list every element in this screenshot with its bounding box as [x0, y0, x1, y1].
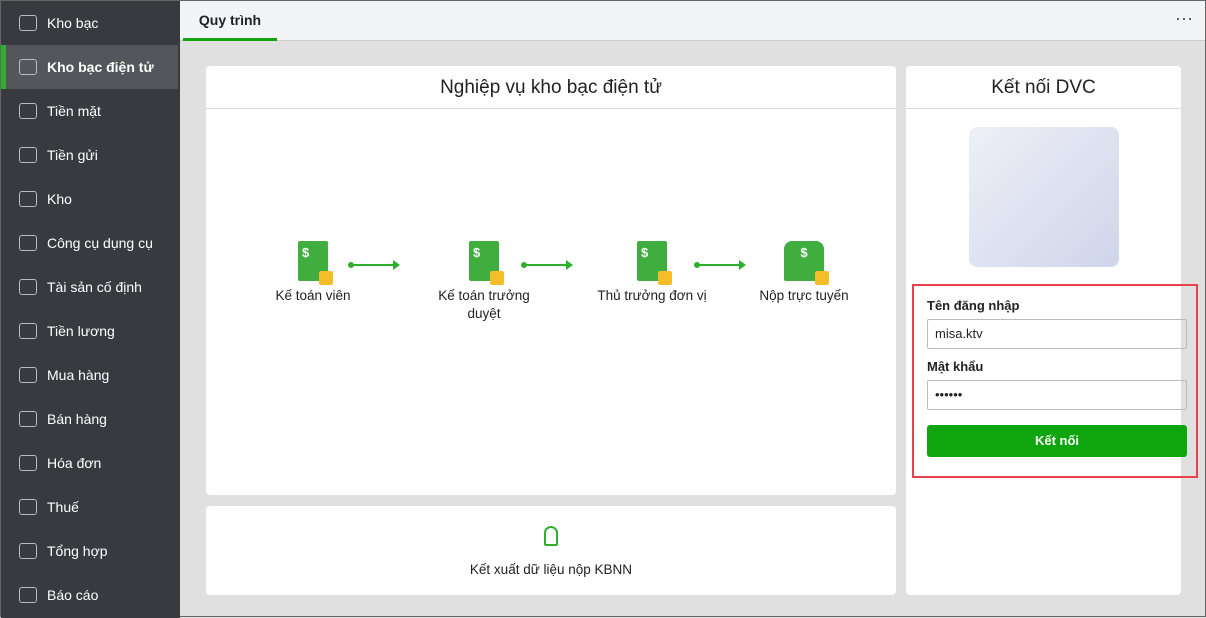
- sidebar-item[interactable]: Tiền lương: [1, 309, 180, 353]
- sidebar-item[interactable]: Tài sản cố định: [1, 265, 180, 309]
- sidebar-item-label: Tiền mặt: [47, 103, 101, 119]
- sidebar-item[interactable]: Báo cáo: [1, 573, 180, 617]
- sidebar-item[interactable]: Thuế: [1, 485, 180, 529]
- step-label: Kế toán trưởng duyệt: [438, 288, 530, 321]
- step-label: Thủ trưởng đơn vị: [597, 288, 707, 303]
- sidebar-item-label: Mua hàng: [47, 367, 110, 383]
- export-label: Kết xuất dữ liệu nộp KBNN: [469, 562, 633, 577]
- sidebar-item[interactable]: Tiền gửi: [1, 133, 180, 177]
- document-check-icon: $: [469, 241, 504, 285]
- sidebar-item-label: Hóa đơn: [47, 455, 102, 471]
- sidebar-item[interactable]: Kho bạc điện tử: [1, 45, 178, 89]
- salary-icon: [19, 323, 37, 339]
- step-head-of-unit[interactable]: $ Thủ trưởng đơn vị: [572, 241, 732, 305]
- connect-button[interactable]: Kết nối: [927, 425, 1187, 457]
- export-icon: [544, 526, 558, 546]
- security-illustration: [968, 127, 1119, 267]
- sidebar-item-label: Tiền gửi: [47, 147, 98, 163]
- tax-icon: [19, 499, 37, 515]
- sidebar-item[interactable]: Tổng hợp: [1, 529, 180, 573]
- invoice-icon: [19, 455, 37, 471]
- sidebar-item[interactable]: Bán hàng: [1, 397, 180, 441]
- connect-title: Kết nối DVC: [906, 66, 1181, 109]
- tools-icon: [19, 235, 37, 251]
- password-label: Mật khẩu: [927, 359, 984, 374]
- process-title: Nghiệp vụ kho bạc điện tử: [206, 66, 896, 109]
- sidebar-item-label: Kho bạc: [47, 15, 99, 31]
- sidebar-item-label: Tiền lương: [47, 323, 115, 339]
- document-edit-icon: $: [298, 241, 333, 285]
- step-chief-accountant[interactable]: $ Kế toán trưởng duyệt: [424, 241, 544, 323]
- bag-icon: [19, 367, 37, 383]
- bank-icon: [19, 15, 37, 31]
- warehouse-icon: [19, 191, 37, 207]
- sidebar-item-label: Bán hàng: [47, 411, 107, 427]
- arrow-icon: [694, 260, 746, 270]
- bank-online-icon: $: [784, 241, 829, 285]
- sidebar-item-label: Báo cáo: [47, 587, 99, 603]
- cash-icon: [19, 103, 37, 119]
- sidebar-item-label: Kho bạc điện tử: [47, 59, 154, 75]
- arrow-icon: [348, 260, 400, 270]
- sidebar-item-label: Công cụ dụng cụ: [47, 235, 153, 251]
- deposit-icon: [19, 147, 37, 163]
- sidebar-item[interactable]: Tiền mặt: [1, 89, 180, 133]
- sidebar-item-label: Kho: [47, 191, 72, 207]
- car-icon: [19, 279, 37, 295]
- username-input[interactable]: misa.ktv: [927, 319, 1187, 349]
- step-label: Kế toán viên: [275, 288, 351, 303]
- username-label: Tên đăng nhập: [927, 298, 1020, 313]
- sidebar-item[interactable]: Kho bạc: [1, 1, 180, 45]
- sidebar: Kho bạc Kho bạc điện tử Tiền mặt Tiền gửi Kh…: [1, 1, 180, 618]
- sidebar-item-label: Tổng hợp: [47, 543, 108, 559]
- step-accountant[interactable]: $ Kế toán viên: [253, 241, 373, 305]
- top-bar: Quy trình ⋯: [180, 1, 1205, 41]
- tab-quy-trinh[interactable]: Quy trình: [183, 1, 277, 41]
- sidebar-item[interactable]: Công cụ dụng cụ: [1, 221, 180, 265]
- sidebar-item-label: Thuế: [47, 499, 79, 515]
- step-submit-online[interactable]: $ Nộp trực tuyến: [744, 241, 864, 305]
- monitor-dollar-icon: [19, 59, 37, 75]
- more-icon[interactable]: ⋯: [1175, 9, 1193, 30]
- login-form: Tên đăng nhập misa.ktv Mật khẩu •••••• K…: [912, 284, 1198, 478]
- export-card[interactable]: Kết xuất dữ liệu nộp KBNN: [206, 506, 896, 595]
- summary-icon: [19, 543, 37, 559]
- step-label: Nộp trực tuyến: [759, 288, 849, 303]
- password-input[interactable]: ••••••: [927, 380, 1187, 410]
- arrow-icon: [521, 260, 573, 270]
- report-icon: [19, 587, 37, 603]
- cart-icon: [19, 411, 37, 427]
- sidebar-item[interactable]: Mua hàng: [1, 353, 180, 397]
- process-card: Nghiệp vụ kho bạc điện tử $ Kế toán viên …: [206, 66, 896, 495]
- sidebar-item-label: Tài sản cố định: [47, 279, 142, 295]
- connect-card: Kết nối DVC Tên đăng nhập misa.ktv Mật k…: [906, 66, 1198, 595]
- sidebar-item[interactable]: Kho: [1, 177, 180, 221]
- document-sign-icon: $: [637, 241, 672, 285]
- sidebar-item[interactable]: Hóa đơn: [1, 441, 180, 485]
